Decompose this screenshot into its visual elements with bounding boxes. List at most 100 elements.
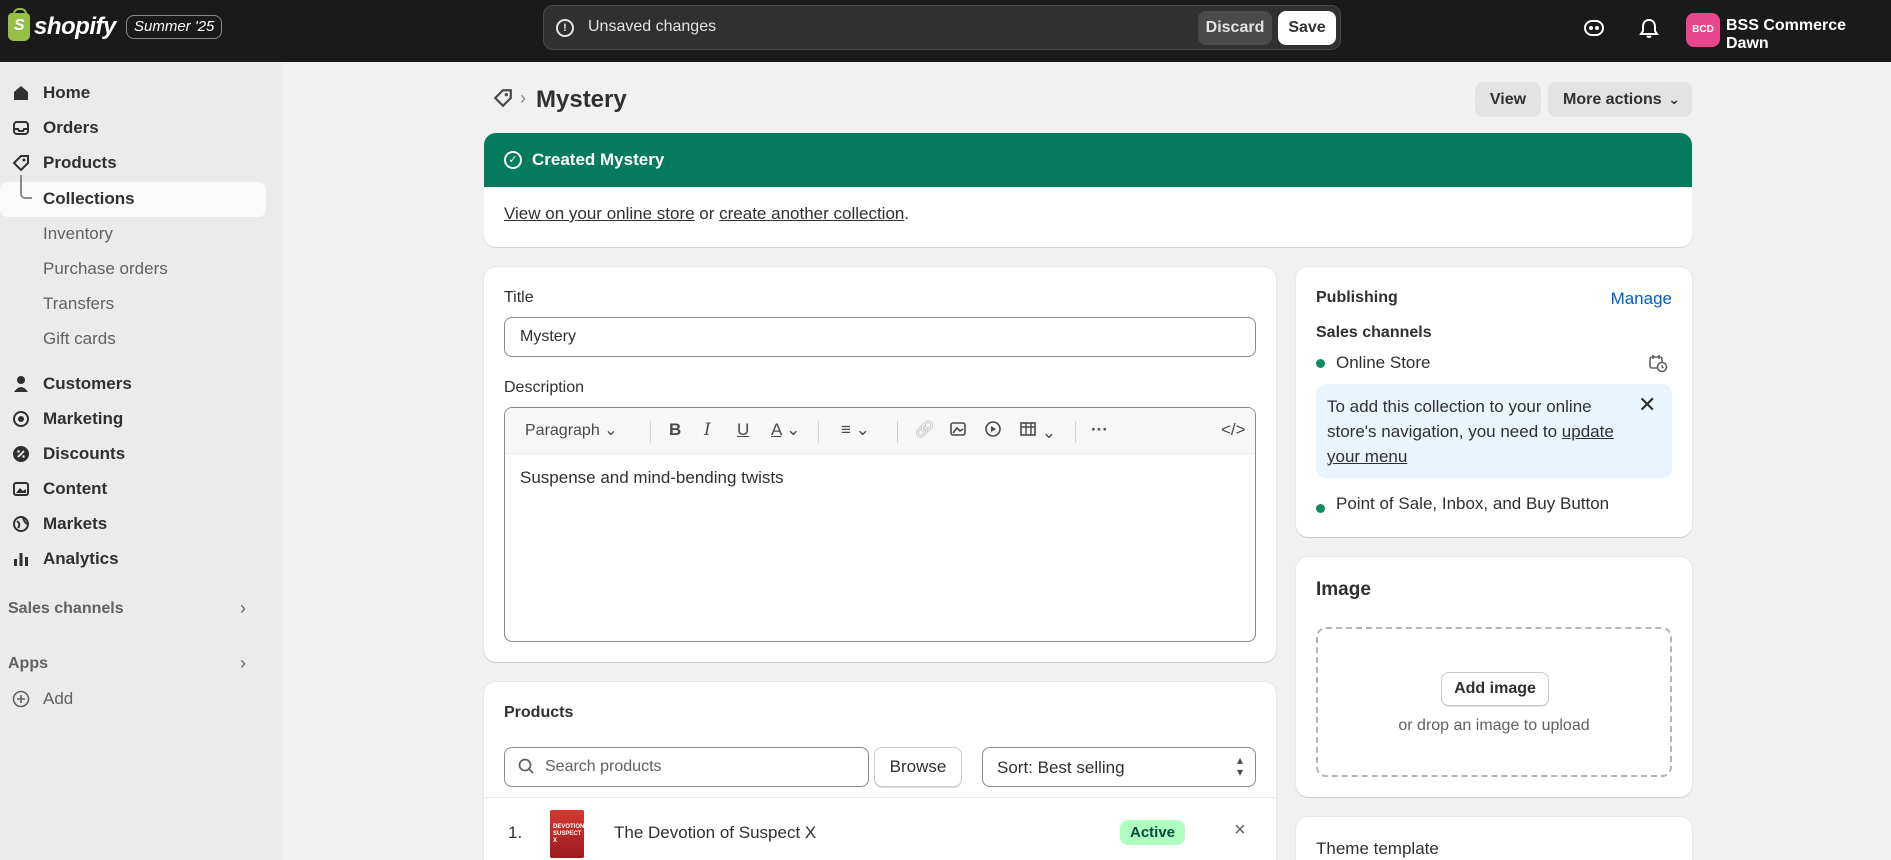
close-icon[interactable]: ✕ bbox=[1638, 392, 1656, 418]
tag-icon bbox=[11, 153, 31, 173]
sales-channels-section[interactable]: Sales channels bbox=[8, 600, 124, 618]
paragraph-label: Paragraph bbox=[525, 422, 600, 439]
avatar[interactable]: BCD bbox=[1686, 13, 1720, 47]
person-icon bbox=[11, 374, 31, 394]
bell-icon[interactable] bbox=[1637, 17, 1661, 41]
online-status-dot bbox=[1316, 359, 1325, 368]
check-circle-icon: ✓ bbox=[504, 151, 522, 169]
publishing-title: Publishing bbox=[1316, 289, 1398, 306]
navigation-info-box: To add this collection to your online st… bbox=[1316, 384, 1672, 478]
store-name[interactable]: BSS Commerce Dawn bbox=[1726, 17, 1891, 53]
sidebar-item-add[interactable]: Add bbox=[0, 682, 266, 716]
theme-template-card: Theme template bbox=[1296, 817, 1692, 860]
image-dropzone[interactable]: Add image or drop an image to upload bbox=[1316, 627, 1672, 777]
online-store-channel: Online Store bbox=[1336, 353, 1431, 372]
discard-button[interactable]: Discard bbox=[1198, 11, 1272, 45]
sidebar-item-gift-cards[interactable]: Gift cards bbox=[43, 322, 116, 356]
plus-circle-icon bbox=[11, 689, 31, 709]
manage-link[interactable]: Manage bbox=[1611, 289, 1672, 309]
view-online-store-link[interactable]: View on your online store bbox=[504, 204, 695, 223]
status-badge: Active bbox=[1120, 820, 1186, 845]
calendar-schedule-icon[interactable] bbox=[1648, 353, 1668, 378]
italic-icon[interactable]: I bbox=[704, 420, 711, 440]
sidebar-item-markets[interactable]: Markets bbox=[0, 507, 266, 541]
toolbar-divider bbox=[650, 421, 651, 443]
paragraph-select[interactable]: Paragraph ⌄ bbox=[525, 420, 618, 440]
browse-button[interactable]: Browse bbox=[874, 747, 962, 787]
sidebar-item-home[interactable]: Home bbox=[0, 76, 266, 110]
search-placeholder: Search products bbox=[545, 758, 662, 775]
sidebar-item-transfers[interactable]: Transfers bbox=[43, 287, 114, 321]
text-color-icon[interactable]: A ⌄ bbox=[771, 420, 800, 440]
logo-text: shopify bbox=[34, 13, 116, 40]
product-name[interactable]: The Devotion of Suspect X bbox=[614, 823, 816, 843]
align-icon[interactable]: ≡ ⌄ bbox=[841, 420, 870, 440]
publishing-card: Publishing Manage Sales channels Online … bbox=[1296, 267, 1692, 537]
chevron-right-icon[interactable]: › bbox=[240, 598, 246, 619]
banner-period: . bbox=[904, 204, 910, 223]
description-label: Description bbox=[504, 379, 585, 396]
chevron-right-icon[interactable]: › bbox=[240, 653, 246, 674]
edition-badge[interactable]: Summer '25 bbox=[126, 15, 223, 39]
sidebar: Home Orders Products Collections Invento… bbox=[0, 62, 282, 860]
sidebar-item-marketing[interactable]: Marketing bbox=[0, 402, 266, 436]
chevron-down-icon: ⌄ bbox=[1668, 91, 1680, 107]
insert-video-icon[interactable] bbox=[984, 420, 1002, 443]
target-icon bbox=[11, 409, 31, 429]
sidebar-item-purchase-orders[interactable]: Purchase orders bbox=[43, 252, 168, 286]
view-button[interactable]: View bbox=[1475, 82, 1541, 117]
sidebar-item-label: Products bbox=[43, 153, 117, 172]
pos-status-dot bbox=[1316, 504, 1325, 513]
products-card: Products Search products Browse Sort: Be… bbox=[484, 682, 1276, 860]
underline-icon[interactable]: U bbox=[737, 420, 749, 440]
description-content[interactable]: Suspense and mind-bending twists bbox=[520, 468, 784, 488]
sort-label: Sort: Best selling bbox=[997, 758, 1125, 777]
sort-select[interactable]: Sort: Best selling ▴ ▾ bbox=[982, 747, 1256, 787]
top-bar: S shopify Summer '25 ! Unsaved changes D… bbox=[0, 0, 1891, 62]
code-view-icon[interactable]: </> bbox=[1221, 420, 1246, 440]
collection-tag-icon[interactable] bbox=[493, 88, 513, 114]
title-label: Title bbox=[504, 289, 534, 306]
sidekick-icon[interactable] bbox=[1582, 17, 1606, 41]
editor-toolbar: Paragraph ⌄ B I U A ⌄ ≡ ⌄ 🔗︎ ⌄ ··· </> bbox=[505, 408, 1255, 454]
inbox-icon bbox=[11, 118, 31, 138]
link-icon[interactable]: 🔗︎ bbox=[914, 420, 936, 440]
table-icon[interactable]: ⌄ bbox=[1019, 420, 1056, 443]
sidebar-item-orders[interactable]: Orders bbox=[0, 111, 266, 145]
sidebar-item-label: Markets bbox=[43, 514, 108, 533]
search-products-input[interactable]: Search products bbox=[504, 747, 869, 787]
more-options-icon[interactable]: ··· bbox=[1091, 420, 1108, 440]
add-image-button[interactable]: Add image bbox=[1441, 672, 1549, 706]
globe-icon bbox=[11, 514, 31, 534]
title-input[interactable]: Mystery bbox=[504, 317, 1256, 357]
banner-or: or bbox=[694, 204, 720, 223]
remove-product-icon[interactable]: × bbox=[1234, 819, 1246, 842]
products-title: Products bbox=[504, 704, 574, 721]
success-banner: ✓ Created Mystery View on your online st… bbox=[484, 133, 1692, 247]
page-title: Mystery bbox=[536, 86, 627, 113]
sidebar-item-products[interactable]: Products bbox=[0, 146, 266, 180]
product-thumbnail: DEVOTION SUSPECT X bbox=[550, 810, 584, 858]
shopify-logo[interactable]: S shopify bbox=[8, 8, 116, 41]
sidebar-item-label: Discounts bbox=[43, 444, 126, 463]
sidebar-item-discounts[interactable]: Discounts bbox=[0, 437, 266, 471]
sidebar-item-analytics[interactable]: Analytics bbox=[0, 542, 266, 576]
sidebar-item-content[interactable]: Content bbox=[0, 472, 266, 506]
home-icon bbox=[11, 83, 31, 103]
alert-icon: ! bbox=[556, 19, 574, 37]
sidebar-item-collections[interactable]: Collections bbox=[43, 182, 135, 216]
sidebar-item-label: Analytics bbox=[43, 549, 119, 568]
pos-channel: Point of Sale, Inbox, and Buy Button bbox=[1336, 494, 1610, 513]
apps-section[interactable]: Apps bbox=[8, 655, 48, 673]
sidebar-item-inventory[interactable]: Inventory bbox=[43, 217, 113, 251]
insert-image-icon[interactable] bbox=[949, 420, 967, 443]
more-actions-button[interactable]: More actions ⌄ bbox=[1548, 82, 1692, 117]
bold-icon[interactable]: B bbox=[669, 420, 681, 440]
info-text: To add this collection to your online st… bbox=[1327, 397, 1592, 441]
unsaved-text: Unsaved changes bbox=[588, 18, 717, 35]
save-button[interactable]: Save bbox=[1278, 11, 1336, 45]
sidebar-item-customers[interactable]: Customers bbox=[0, 367, 266, 401]
cover-text: DEVOTION SUSPECT X bbox=[553, 824, 584, 844]
toolbar-divider bbox=[818, 421, 819, 443]
create-another-collection-link[interactable]: create another collection bbox=[719, 204, 904, 223]
